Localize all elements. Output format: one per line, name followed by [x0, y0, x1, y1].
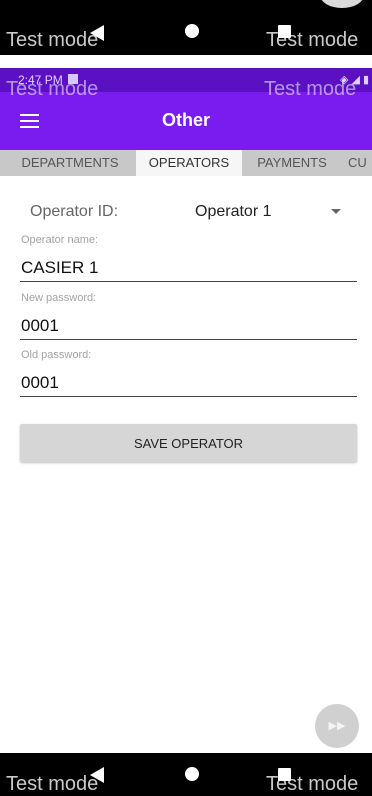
test-mode-watermark: Test mode	[264, 78, 357, 100]
recents-icon[interactable]	[278, 25, 291, 38]
back-icon[interactable]	[90, 25, 104, 41]
old-password-field[interactable]: 0001	[21, 373, 59, 393]
operator-id-label: Operator ID:	[30, 203, 119, 220]
tab-customers[interactable]: CU	[348, 150, 372, 176]
operator-name-underline	[20, 281, 357, 282]
app-header: 2:47 PM ◈ ◢ ▮ Test mode Test mode Other	[0, 68, 372, 150]
old-password-underline	[20, 396, 357, 397]
overlay-bubble	[320, 0, 364, 8]
test-mode-watermark: Test mode	[6, 29, 99, 51]
home-icon[interactable]	[185, 24, 199, 38]
test-mode-watermark: Test mode	[6, 78, 99, 100]
save-operator-button[interactable]: SAVE OPERATOR	[20, 424, 357, 462]
operator-id-select[interactable]: Operator 1	[195, 203, 271, 221]
dropdown-arrow-icon[interactable]	[331, 209, 341, 214]
tab-operators[interactable]: OPERATORS	[136, 150, 242, 176]
old-password-hint: Old password:	[21, 349, 92, 361]
tab-payments[interactable]: PAYMENTS	[248, 150, 336, 176]
new-password-field[interactable]: 0001	[21, 316, 59, 336]
tab-bar: DEPARTMENTS OPERATORS PAYMENTS CU	[0, 150, 372, 176]
new-password-hint: New password:	[21, 292, 97, 304]
home-icon[interactable]	[185, 767, 199, 781]
operator-name-field[interactable]: CASIER 1	[21, 258, 98, 278]
top-navigation-bar: Test mode Test mode	[0, 0, 372, 55]
bottom-navigation-bar: Test mode Test mode	[0, 753, 372, 796]
tab-departments[interactable]: DEPARTMENTS	[10, 150, 130, 176]
test-mode-watermark: Test mode	[6, 773, 99, 795]
back-icon[interactable]	[90, 767, 104, 783]
fast-forward-icon[interactable]: ▶▶	[315, 704, 359, 748]
page-title: Other	[161, 110, 210, 130]
recents-icon[interactable]	[278, 768, 291, 781]
operator-name-hint: Operator name:	[21, 234, 99, 246]
new-password-underline	[20, 339, 357, 340]
